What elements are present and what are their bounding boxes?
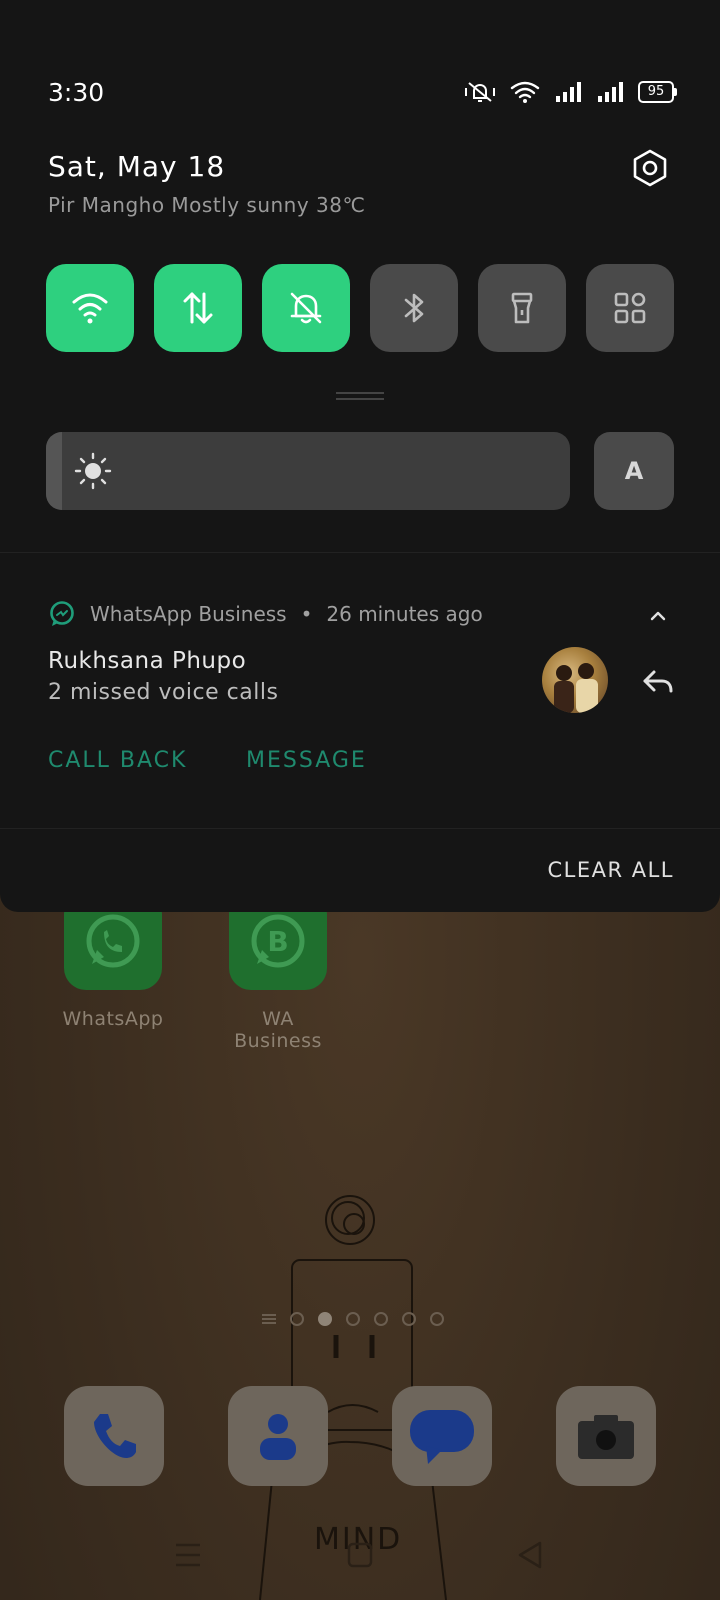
- brightness-slider[interactable]: [46, 432, 570, 510]
- divider: [0, 552, 720, 553]
- tile-silent-mode[interactable]: [262, 264, 350, 352]
- app-label: WhatsApp: [62, 1008, 164, 1030]
- tile-bluetooth[interactable]: [370, 264, 458, 352]
- shade-date: Sat, May 18: [48, 150, 226, 183]
- notification-app-name: WhatsApp Business: [90, 602, 287, 626]
- message-button[interactable]: MESSAGE: [246, 748, 367, 773]
- dock-camera[interactable]: [556, 1386, 656, 1486]
- back-button[interactable]: [500, 1530, 560, 1580]
- contacts-icon: [260, 1414, 296, 1460]
- page-indicator[interactable]: [262, 1312, 444, 1326]
- wifi-icon: [510, 81, 540, 103]
- tile-more[interactable]: [586, 264, 674, 352]
- mobile-data-icon: [183, 292, 213, 324]
- phone-icon: [94, 1414, 136, 1458]
- settings-button[interactable]: [630, 148, 670, 188]
- dock-phone[interactable]: [64, 1386, 164, 1486]
- tile-mobile-data[interactable]: [154, 264, 242, 352]
- notification-header: WhatsApp Business • 26 minutes ago: [48, 600, 483, 628]
- home-icon: [347, 1542, 373, 1568]
- app-wa-business[interactable]: B WA Business: [218, 888, 338, 1052]
- camera-icon: [578, 1415, 634, 1459]
- recents-button[interactable]: [158, 1530, 218, 1580]
- call-back-button[interactable]: CALL BACK: [48, 748, 187, 773]
- menu-icon: [262, 1314, 276, 1324]
- dock-contacts[interactable]: [228, 1386, 328, 1486]
- notification-title[interactable]: Rukhsana Phupo: [48, 648, 246, 674]
- tile-flashlight[interactable]: [478, 264, 566, 352]
- settings-icon: [633, 149, 667, 187]
- divider: [0, 828, 720, 829]
- clear-all-button[interactable]: CLEAR ALL: [547, 858, 674, 882]
- dock-messages[interactable]: [392, 1386, 492, 1486]
- notification-time: 26 minutes ago: [326, 602, 483, 626]
- avatar: [542, 647, 608, 713]
- chevron-up-icon: [650, 611, 666, 621]
- whatsapp-business-icon: [50, 601, 74, 626]
- bluetooth-icon: [404, 293, 424, 323]
- silent-mode-icon: [290, 292, 322, 324]
- page-dot: [346, 1312, 360, 1326]
- svg-text:B: B: [267, 925, 288, 958]
- status-time: 3:30: [48, 78, 105, 107]
- page-dot-active: [318, 1312, 332, 1326]
- reply-icon: [643, 670, 673, 693]
- messages-icon: [410, 1410, 474, 1464]
- navigation-bar: [0, 1530, 720, 1580]
- signal-icon: [598, 82, 623, 102]
- notification-body[interactable]: 2 missed voice calls: [48, 680, 278, 705]
- page-dot: [430, 1312, 444, 1326]
- brightness-icon: [74, 452, 112, 490]
- brightness-fill: [46, 432, 62, 510]
- notification-separator: •: [300, 602, 313, 626]
- flashlight-icon: [511, 292, 533, 324]
- back-icon: [518, 1541, 542, 1569]
- page-dot: [402, 1312, 416, 1326]
- page-dot: [290, 1312, 304, 1326]
- status-icons: 95: [464, 80, 677, 104]
- reply-button[interactable]: [640, 664, 676, 700]
- battery-indicator: 95: [638, 81, 677, 103]
- recents-icon: [176, 1543, 200, 1567]
- collapse-notification-button[interactable]: [646, 604, 670, 628]
- notification-shade: 3:30 95 Sat, May 18 Pir Mangho Mostly su…: [0, 0, 720, 912]
- quick-settings-tiles: [46, 264, 674, 352]
- app-label: WA Business: [234, 1008, 322, 1052]
- auto-brightness-button[interactable]: A: [594, 432, 674, 510]
- app-whatsapp[interactable]: WhatsApp: [53, 892, 173, 1030]
- weather-text[interactable]: Pir Mangho Mostly sunny 38℃: [48, 193, 365, 217]
- home-button[interactable]: [330, 1530, 390, 1580]
- page-dot: [374, 1312, 388, 1326]
- shade-drag-handle[interactable]: [336, 392, 384, 400]
- signal-icon: [556, 82, 581, 102]
- vibrate-silent-icon: [465, 82, 495, 102]
- tile-wifi[interactable]: [46, 264, 134, 352]
- wifi-icon: [72, 293, 108, 324]
- more-tiles-icon: [614, 292, 646, 324]
